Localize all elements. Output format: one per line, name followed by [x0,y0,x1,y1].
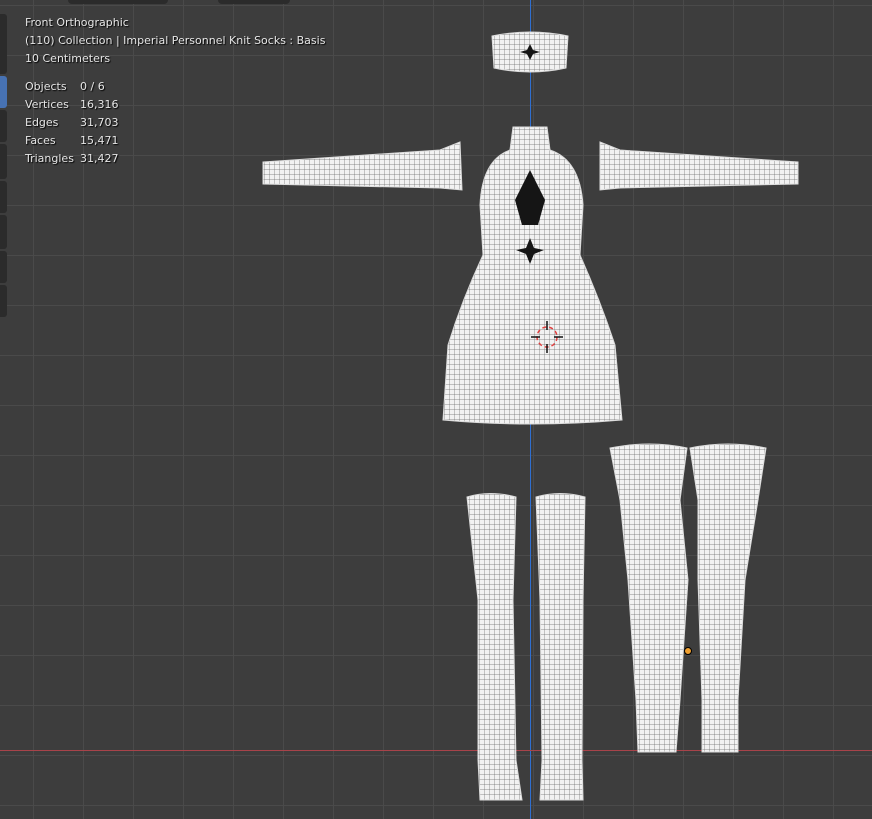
stat-value: 31,703 [80,116,119,129]
stat-label: Edges [25,116,59,129]
mesh-left-short-sock[interactable] [466,493,523,801]
stat-label: Faces [25,134,56,147]
stat-label: Triangles [25,152,74,165]
mesh-right-sleeve[interactable] [599,141,799,191]
stat-value: 0 / 6 [80,80,105,93]
mesh-right-short-sock[interactable] [535,493,586,801]
grid-scale: 10 Centimeters [25,52,111,65]
stat-value: 31,427 [80,152,119,165]
collection-info: (110) Collection | Imperial Personnel Kn… [25,34,326,47]
mesh-left-long-sock[interactable] [609,443,689,753]
object-origin-icon[interactable] [684,647,692,655]
stat-label: Vertices [25,98,69,111]
mesh-dress[interactable] [442,126,623,425]
stat-label: Objects [25,80,67,93]
viewport-info-overlay: Front Orthographic (110) Collection | Im… [25,14,325,168]
stat-value: 16,316 [80,98,119,111]
view-name: Front Orthographic [25,16,129,29]
stat-value: 15,471 [80,134,119,147]
mesh-right-long-sock[interactable] [689,443,767,753]
scene-statistics: Objects 0 / 6 Vertices 16,316 Edges 31,703 … [25,78,325,168]
